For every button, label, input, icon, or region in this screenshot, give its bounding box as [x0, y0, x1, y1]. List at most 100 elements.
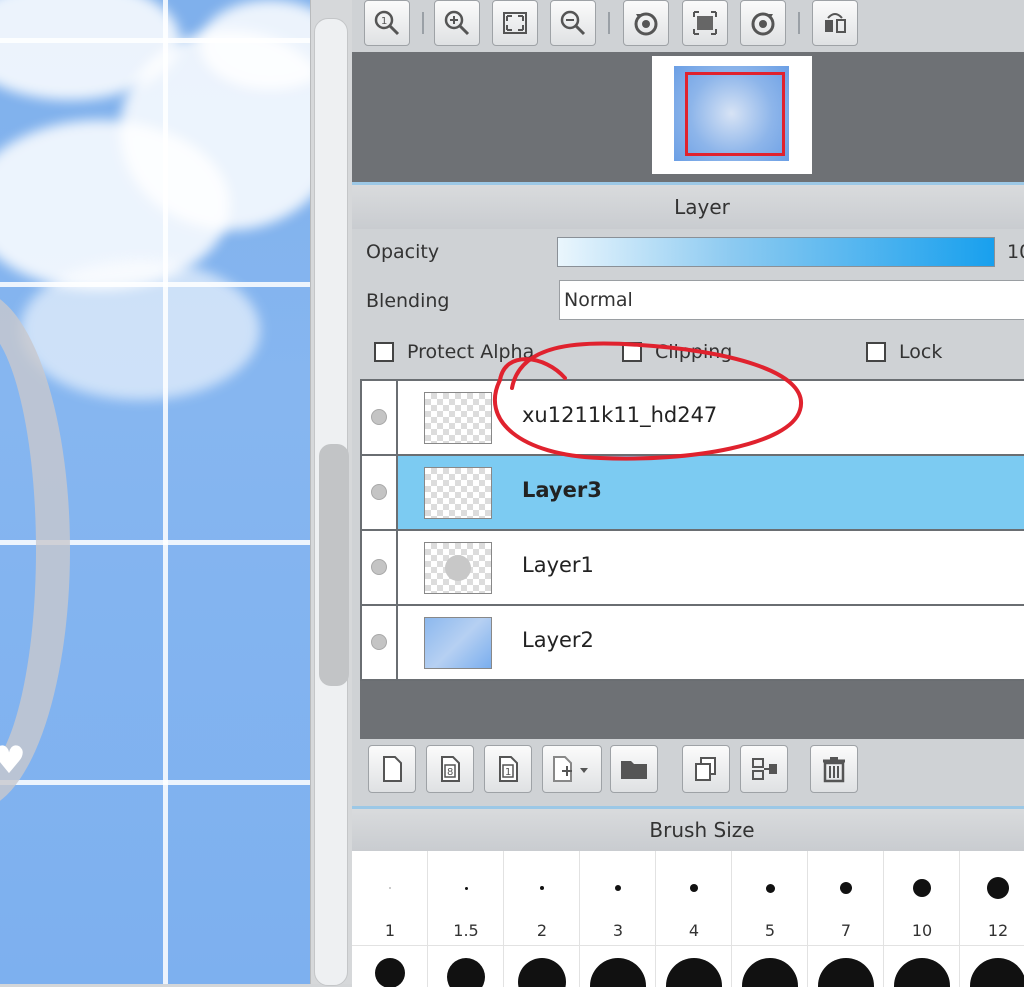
drawing-canvas[interactable]: ♥ [0, 0, 310, 984]
brush-dot-icon [590, 958, 646, 987]
add-layer-menu-icon[interactable] [542, 745, 602, 793]
brush-dot-icon [765, 883, 775, 893]
brush-dot-icon [913, 879, 931, 897]
scrollbar-track[interactable] [314, 18, 349, 986]
flip-horizontal-icon[interactable] [812, 0, 858, 46]
clipping-checkbox[interactable] [622, 342, 642, 362]
layer-panel: Layer Opacity 10 Blending Normal Protect… [352, 182, 1024, 807]
brush-size-option[interactable] [352, 945, 428, 987]
visibility-toggle[interactable] [362, 381, 398, 454]
brush-size-label: 5 [764, 921, 776, 940]
new-8bit-layer-icon[interactable]: 8 [426, 745, 474, 793]
new-folder-icon[interactable] [610, 745, 658, 793]
brush-size-option[interactable] [808, 945, 884, 987]
brush-size-option[interactable]: 10 [884, 851, 960, 945]
navigator-toolbar: 1 [352, 0, 1024, 52]
toolbar-separator [608, 12, 610, 34]
brush-size-panel: Brush Size 1 1.5 2 3 4 5 7 10 12 [352, 806, 1024, 987]
navigator-view-frame[interactable] [685, 72, 785, 156]
brush-size-option[interactable]: 12 [960, 851, 1024, 945]
brush-size-option[interactable]: 3 [580, 851, 656, 945]
brush-size-option[interactable]: 1.5 [428, 851, 504, 945]
brush-size-option[interactable]: 2 [504, 851, 580, 945]
zoom-in-icon[interactable] [434, 0, 480, 46]
brush-size-option[interactable]: 4 [656, 851, 732, 945]
visibility-dot-icon [371, 559, 387, 575]
duplicate-layer-icon[interactable] [682, 745, 730, 793]
visibility-toggle[interactable] [362, 456, 398, 529]
layer-list: xu1211k11_hd247 Layer3 Layer1 Layer2 [360, 379, 1024, 681]
brush-size-option[interactable] [580, 945, 656, 987]
reset-view-icon[interactable] [682, 0, 728, 46]
brush-size-label: 3 [612, 921, 624, 940]
brush-size-option[interactable]: 1 [352, 851, 428, 945]
brush-dot-icon [615, 885, 621, 891]
opacity-value: 10 [1007, 241, 1024, 263]
layer-row-selected[interactable]: Layer3 [362, 456, 1024, 531]
opacity-slider[interactable] [557, 237, 995, 267]
brush-size-label: 1 [384, 921, 396, 940]
lock-checkbox[interactable] [866, 342, 886, 362]
visibility-dot-icon [371, 409, 387, 425]
visibility-toggle[interactable] [362, 531, 398, 604]
brush-dot-icon [742, 958, 798, 987]
protect-alpha-checkbox[interactable] [374, 342, 394, 362]
grid-line [0, 282, 310, 287]
layer-thumbnail [424, 392, 492, 444]
svg-text:8: 8 [447, 767, 453, 778]
brush-size-option[interactable] [732, 945, 808, 987]
grid-line [0, 780, 310, 785]
layer-row[interactable]: Layer1 [362, 531, 1024, 606]
grid-line [0, 38, 310, 43]
brush-dot-icon [970, 958, 1024, 987]
brush-dot-icon [518, 958, 566, 987]
lock-label: Lock [899, 341, 943, 363]
brush-size-option[interactable] [960, 945, 1024, 987]
brush-dot-icon [818, 958, 874, 987]
merge-down-icon[interactable] [740, 745, 788, 793]
delete-layer-icon[interactable] [810, 745, 858, 793]
brush-size-option[interactable] [656, 945, 732, 987]
brush-size-label: 4 [688, 921, 700, 940]
navigator-panel[interactable] [352, 52, 1024, 182]
brush-size-label: 12 [987, 921, 1009, 940]
zoom-actual-icon[interactable]: 1 [364, 0, 410, 46]
new-layer-icon[interactable] [368, 745, 416, 793]
rotate-right-icon[interactable] [740, 0, 786, 46]
toolbar-separator [422, 12, 424, 34]
svg-text:1: 1 [381, 16, 387, 27]
navigator-thumbnail[interactable] [652, 56, 812, 174]
brush-dot-icon [375, 958, 405, 987]
new-1bit-layer-icon[interactable]: 1 [484, 745, 532, 793]
heart-icon: ♥ [0, 738, 27, 782]
brush-dot-icon [987, 877, 1009, 899]
brush-dot-icon [666, 958, 722, 987]
brush-size-option[interactable]: 7 [808, 851, 884, 945]
brush-size-label: 10 [911, 921, 933, 940]
brush-size-option[interactable] [504, 945, 580, 987]
brush-size-label: 7 [840, 921, 852, 940]
scrollbar-thumb[interactable] [319, 444, 349, 686]
brush-size-label: 2 [536, 921, 548, 940]
blending-select[interactable]: Normal [559, 280, 1024, 320]
rotate-left-icon[interactable] [623, 0, 669, 46]
clipping-label: Clipping [655, 341, 733, 363]
brush-dot-icon [894, 958, 950, 987]
brush-dot-icon [464, 886, 468, 890]
brush-size-title: Brush Size [352, 809, 1024, 851]
zoom-out-icon[interactable] [550, 0, 596, 46]
visibility-toggle[interactable] [362, 606, 398, 679]
brush-size-label: 1.5 [453, 921, 479, 940]
svg-text:1: 1 [505, 767, 511, 778]
canvas-scrollbar[interactable] [310, 0, 353, 986]
layer-name: Layer1 [522, 553, 594, 577]
brush-dot-icon [840, 882, 852, 894]
layer-row[interactable]: xu1211k11_hd247 [362, 381, 1024, 456]
brush-dot-icon [540, 886, 544, 890]
brush-size-option[interactable] [428, 945, 504, 987]
layer-row[interactable]: Layer2 [362, 606, 1024, 681]
brush-size-option[interactable] [884, 945, 960, 987]
layer-panel-title: Layer [352, 185, 1024, 229]
brush-size-option[interactable]: 5 [732, 851, 808, 945]
fit-window-icon[interactable] [492, 0, 538, 46]
